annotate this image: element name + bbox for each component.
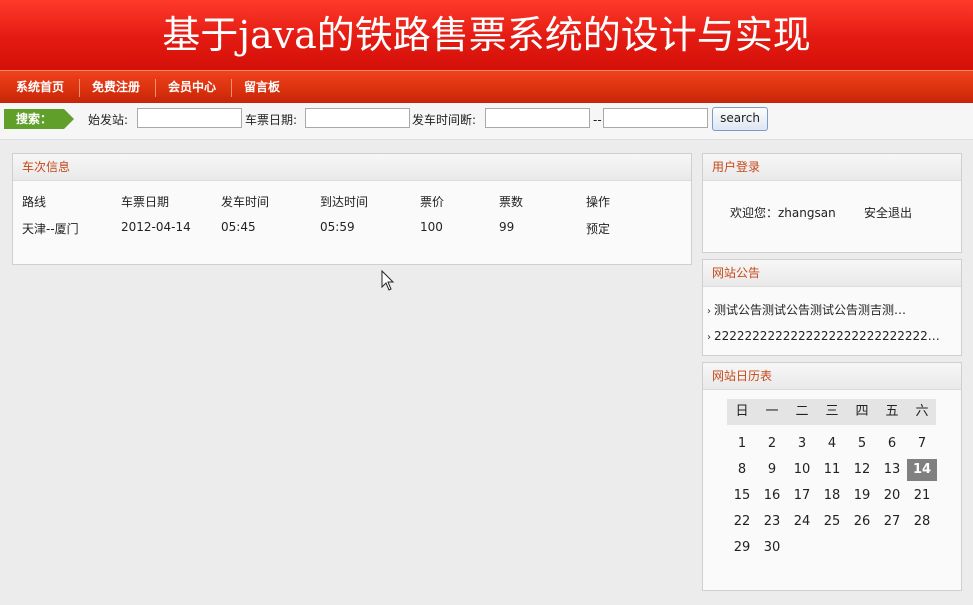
nav-divider [231,79,232,97]
calendar-day[interactable]: 20 [877,485,907,507]
nav-divider [79,79,80,97]
train-date: 2012-04-14 [121,220,191,234]
departure-time-label: 发车时间断: [412,113,477,127]
calendar-day[interactable]: 25 [817,511,847,533]
column-header: 车票日期 [121,195,170,209]
train-depart-time: 05:45 [221,220,256,234]
site-calendar-panel: 网站日历表 日一二三四五六 1 2 3 4 5 6 7 8 9 10 11 12 13 14 15 16 17 18… [702,362,962,591]
user-login-panel: 用户登录 欢迎您：zhangsan 安全退出 [702,153,962,253]
site-notices-title: 网站公告 [703,260,961,287]
notice-item[interactable]: › 2222222222222222222222222222… [707,329,940,343]
bullet-arrow-icon: › [707,306,711,317]
calendar-day[interactable]: 19 [847,485,877,507]
logout-link[interactable]: 安全退出 [864,204,912,221]
notice-item[interactable]: › 测试公告测试公告测试公告测吉测… [707,301,906,318]
reserve-link[interactable]: 预定 [586,220,610,237]
calendar-day[interactable]: 13 [877,459,907,481]
calendar-day[interactable]: 5 [847,433,877,455]
calendar-weekday: 六 [915,404,929,419]
train-price: 100 [420,220,443,234]
calendar-day[interactable]: 7 [907,433,937,455]
calendar-day[interactable]: 12 [847,459,877,481]
calendar-day[interactable]: 29 [727,537,757,559]
calendar-weekday: 二 [795,404,809,419]
bullet-arrow-icon: › [707,332,711,343]
calendar-day[interactable]: 22 [727,511,757,533]
site-notices-panel: 网站公告 › 测试公告测试公告测试公告测吉测… › 2222222222222222… [702,259,962,356]
calendar-day[interactable]: 8 [727,459,757,481]
site-calendar-title: 网站日历表 [703,363,961,390]
train-ticket-count: 99 [499,220,515,234]
calendar-day[interactable]: 11 [817,459,847,481]
column-header: 到达时间 [320,195,369,209]
nav-register[interactable]: 免费注册 [92,71,140,104]
calendar-day[interactable]: 3 [787,433,817,455]
column-header: 发车时间 [221,195,270,209]
welcome-text: 欢迎您：zhangsan [730,206,836,220]
start-station-label: 始发站: [88,113,129,127]
search-tag: 搜索： [4,109,74,129]
calendar-day[interactable]: 10 [787,459,817,481]
calendar-weekday: 一 [765,404,779,419]
calendar-day[interactable]: 28 [907,511,937,533]
train-info-panel: 车次信息 路线 车票日期 发车时间 到达时间 票价 票数 操作 天津--厦门 2… [12,153,692,265]
start-station-input[interactable] [137,108,242,128]
main-nav: 系统首页 免费注册 会员中心 留言板 [0,70,973,104]
calendar-day[interactable]: 23 [757,511,787,533]
calendar-weekday: 四 [855,404,869,419]
calendar-day[interactable]: 1 [727,433,757,455]
calendar-day[interactable]: 17 [787,485,817,507]
column-header: 票价 [420,195,445,209]
nav-divider [155,79,156,97]
train-info-title: 车次信息 [13,154,691,181]
column-header: 操作 [586,195,611,209]
calendar-day[interactable]: 6 [877,433,907,455]
departure-time-to-input[interactable] [603,108,708,128]
calendar-day[interactable]: 4 [817,433,847,455]
ticket-date-input[interactable] [305,108,410,128]
time-range-separator: -- [593,113,602,127]
departure-time-from-input[interactable] [485,108,590,128]
calendar-weekday: 五 [885,404,899,419]
train-route: 天津--厦门 [22,222,79,236]
calendar-day[interactable]: 9 [757,459,787,481]
calendar-day[interactable]: 27 [877,511,907,533]
site-title: 基于java的铁路售票系统的设计与实现 [162,13,811,57]
user-login-title: 用户登录 [703,154,961,181]
mouse-cursor-icon [381,270,395,291]
calendar-day[interactable]: 16 [757,485,787,507]
site-banner: 基于java的铁路售票系统的设计与实现 [0,0,973,70]
calendar-day[interactable]: 15 [727,485,757,507]
calendar-day[interactable]: 30 [757,537,787,559]
nav-guestbook[interactable]: 留言板 [244,71,280,104]
search-button[interactable]: search [712,107,768,131]
column-header: 路线 [22,195,47,209]
calendar-day[interactable]: 24 [787,511,817,533]
calendar-day[interactable]: 26 [847,511,877,533]
train-arrive-time: 05:59 [320,220,355,234]
ticket-date-label: 车票日期: [245,113,298,127]
search-bar: 搜索： 始发站: 车票日期: 发车时间断: -- search [0,103,973,140]
nav-home[interactable]: 系统首页 [16,71,64,104]
calendar-day[interactable]: 2 [757,433,787,455]
calendar-day[interactable]: 21 [907,485,937,507]
column-header: 票数 [499,195,524,209]
calendar-day-today[interactable]: 14 [907,459,937,481]
nav-member-center[interactable]: 会员中心 [168,71,216,104]
calendar-weekday: 三 [825,404,839,419]
calendar-weekday: 日 [735,404,749,419]
calendar-day[interactable]: 18 [817,485,847,507]
